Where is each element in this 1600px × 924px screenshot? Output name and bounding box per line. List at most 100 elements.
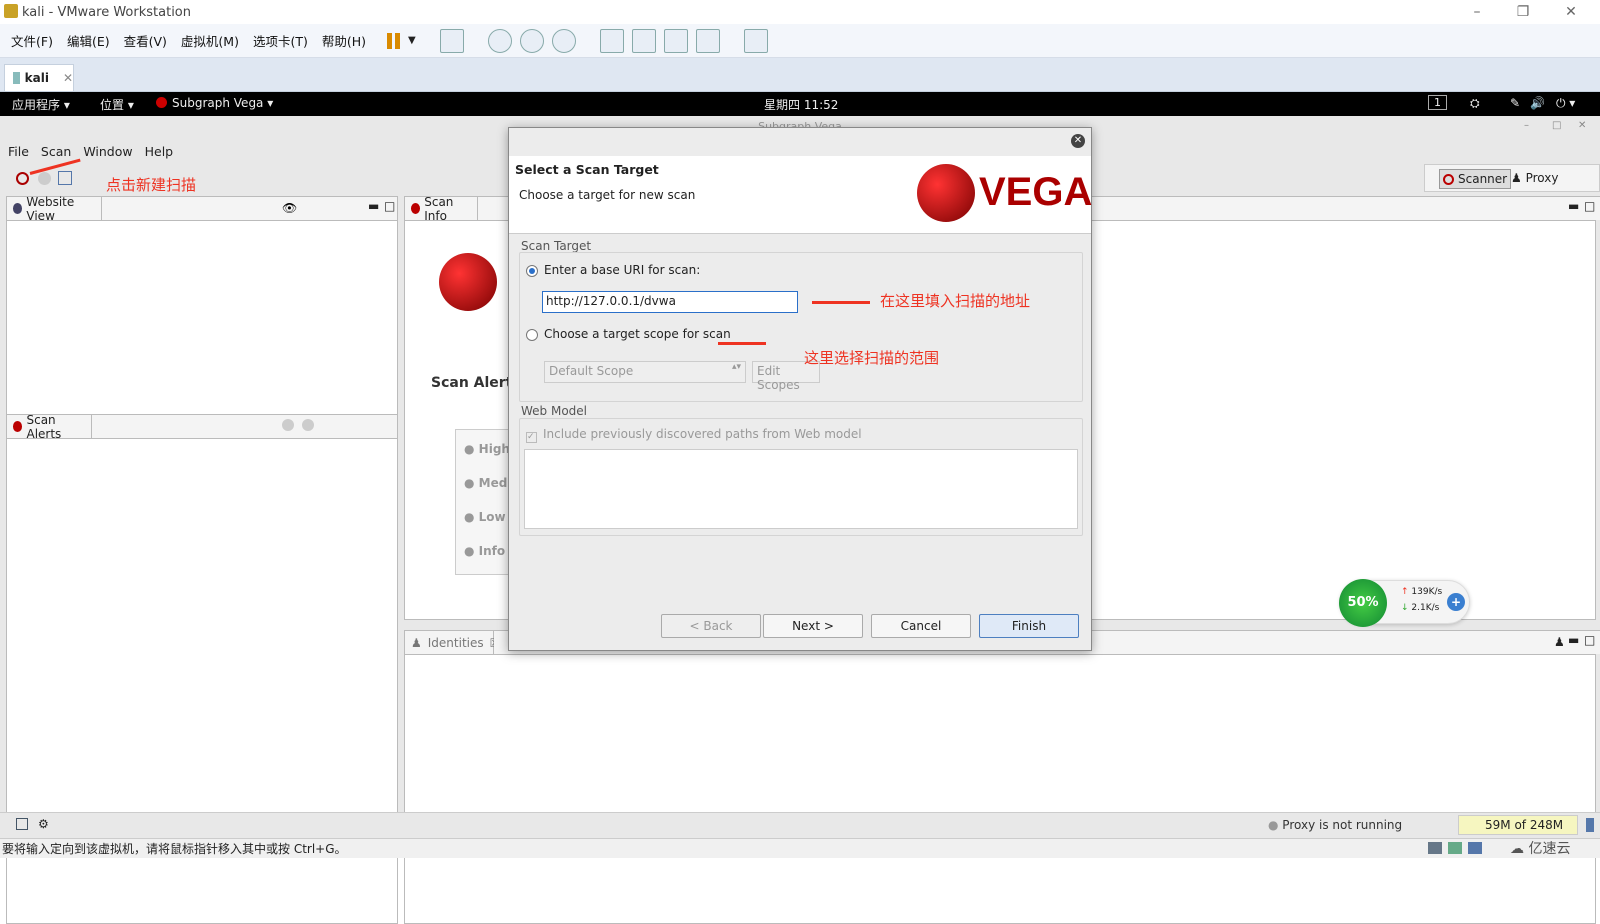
- dialog-heading: Select a Scan Target: [515, 162, 659, 177]
- vega-minimize-icon[interactable]: –: [1524, 120, 1529, 131]
- vmware-menubar: 文件(F) 编辑(E) 查看(V) 虚拟机(M) 选项卡(T) 帮助(H) ▼: [0, 24, 1600, 58]
- gc-trash-icon[interactable]: [1586, 818, 1594, 832]
- clock[interactable]: 星期四 11:52: [764, 96, 838, 113]
- scan-info-minimize-icon[interactable]: ▬: [1568, 199, 1579, 213]
- identities-maximize-icon[interactable]: □: [1584, 633, 1595, 647]
- library-icon[interactable]: [599, 28, 624, 53]
- watermark: ☁ 亿速云: [1510, 841, 1571, 857]
- minimize-icon[interactable]: –: [1462, 2, 1492, 22]
- fullscreen-icon[interactable]: [663, 28, 688, 53]
- upload-speed: ↑ 139K/s: [1401, 587, 1443, 597]
- vega-menu-scan[interactable]: Scan: [41, 144, 71, 159]
- identities-minimize-icon[interactable]: ▬: [1568, 633, 1579, 647]
- vega-maximize-icon[interactable]: □: [1552, 120, 1561, 131]
- panel-maximize-icon[interactable]: □: [384, 199, 395, 213]
- annotation-arrow-address: [812, 301, 870, 304]
- power-icon[interactable]: ⏻ ▾: [1556, 96, 1575, 111]
- annotation-arrow-scope: [718, 342, 766, 345]
- snapshot-icon[interactable]: [487, 28, 512, 53]
- tab-scan-info[interactable]: Scan Info: [404, 195, 478, 223]
- window-title: kali - VMware Workstation: [22, 4, 191, 20]
- network-adapter-icon[interactable]: [1428, 842, 1442, 854]
- web-model-tree[interactable]: [524, 449, 1078, 529]
- tab-identities[interactable]: ♟ Identities☒: [404, 630, 500, 654]
- pause-alerts-icon[interactable]: [282, 419, 294, 431]
- perspective-proxy[interactable]: ♟ Proxy: [1511, 171, 1558, 185]
- finish-button[interactable]: Finish: [979, 614, 1079, 638]
- dialog-close-icon[interactable]: ✕: [1071, 134, 1085, 148]
- tab-label: kali: [24, 71, 49, 85]
- cpu-percent: 50%: [1339, 579, 1387, 627]
- menu-file[interactable]: 文件(F): [4, 31, 60, 50]
- stop-scan-icon[interactable]: [38, 172, 51, 185]
- cd-drive-icon[interactable]: [1448, 842, 1462, 854]
- new-scan-icon[interactable]: [16, 172, 29, 185]
- console-view-icon[interactable]: [743, 28, 768, 53]
- scan-info-icon: [411, 203, 421, 214]
- send-ctrl-alt-del-icon[interactable]: [439, 28, 464, 53]
- tab-scan-alerts[interactable]: Scan Alerts: [6, 413, 92, 441]
- vega-menu-help[interactable]: Help: [145, 144, 174, 159]
- menu-help[interactable]: 帮助(H): [315, 31, 373, 50]
- applications-menu[interactable]: 应用程序 ▾: [12, 96, 70, 113]
- console-icon[interactable]: [16, 818, 28, 830]
- vega-close-icon[interactable]: ✕: [1578, 120, 1586, 131]
- vmware-status-bar: 要将输入定向到该虚拟机，请将鼠标指针移入其中或按 Ctrl+G。 ☁ 亿速云: [0, 838, 1600, 858]
- menu-tabs[interactable]: 选项卡(T): [246, 31, 315, 50]
- proxy-status: ● Proxy is not running: [1268, 818, 1403, 832]
- perspective-scanner[interactable]: Scanner: [1439, 169, 1512, 189]
- places-menu[interactable]: 位置 ▾: [100, 96, 134, 113]
- eye-icon[interactable]: 👁: [282, 201, 297, 215]
- vega-menu-window[interactable]: Window: [83, 144, 132, 159]
- revert-snapshot-icon[interactable]: [519, 28, 544, 53]
- scan-alerts-heading: Scan Alert: [431, 375, 513, 391]
- vega-status-bar: ⚙ ● Proxy is not running 59M of 248M: [0, 812, 1600, 838]
- severity-medium: ● Med: [464, 476, 508, 490]
- restore-icon[interactable]: ❐: [1508, 2, 1538, 22]
- network-monitor-widget[interactable]: 50% ↑ 139K/s ↓ 2.1K/s +: [1339, 579, 1470, 627]
- thumbnail-bar-icon[interactable]: [631, 28, 656, 53]
- pause-icon[interactable]: [387, 32, 393, 49]
- annotation-choose-scope: 这里选择扫描的范围: [804, 349, 940, 367]
- unity-icon[interactable]: [695, 28, 720, 53]
- vm-icon: [13, 72, 20, 84]
- panel-minimize-icon[interactable]: ▬: [368, 199, 379, 213]
- severity-high: ● High: [464, 442, 510, 456]
- cancel-button[interactable]: Cancel: [871, 614, 971, 638]
- identity-icon[interactable]: [58, 171, 72, 185]
- include-paths-checkbox[interactable]: ✓ Include previously discovered paths fro…: [526, 427, 862, 443]
- scope-select[interactable]: Default Scope ▴▾: [544, 361, 746, 383]
- add-identity-icon[interactable]: ♟: [1554, 635, 1565, 649]
- base-uri-input[interactable]: http://127.0.0.1/dvwa: [542, 291, 798, 313]
- close-icon[interactable]: ✕: [1556, 2, 1586, 22]
- volume-icon[interactable]: 🔊: [1530, 96, 1545, 110]
- plugin-icon[interactable]: ⚙: [38, 817, 49, 831]
- snapshot-manager-icon[interactable]: [551, 28, 576, 53]
- annotation-new-scan: 点击新建扫描: [106, 176, 197, 194]
- select-scan-target-dialog: ✕ Select a Scan Target Choose a target f…: [508, 127, 1092, 651]
- pause-dropdown-icon[interactable]: ▼: [408, 35, 416, 46]
- menu-vm[interactable]: 虚拟机(M): [174, 31, 246, 50]
- menu-view[interactable]: 查看(V): [117, 31, 174, 50]
- display-icon[interactable]: [1468, 842, 1482, 854]
- boost-plus-icon[interactable]: +: [1447, 593, 1465, 611]
- radio-target-scope[interactable]: Choose a target scope for scan: [526, 327, 731, 341]
- scan-info-maximize-icon[interactable]: □: [1584, 199, 1595, 213]
- vega-logo-text: VEGA: [979, 170, 1093, 214]
- pen-icon[interactable]: ✎: [1510, 96, 1520, 110]
- next-button[interactable]: Next >: [763, 614, 863, 638]
- vmware-title-bar: kali - VMware Workstation – ❐ ✕: [0, 0, 1600, 24]
- stop-alerts-icon[interactable]: [302, 419, 314, 431]
- severity-low: ● Low: [464, 510, 506, 524]
- back-button[interactable]: < Back: [661, 614, 761, 638]
- tab-close-icon[interactable]: ✕: [63, 71, 73, 85]
- workspace-indicator[interactable]: 1: [1428, 95, 1447, 110]
- vega-menu-file[interactable]: File: [8, 144, 29, 159]
- network-icon[interactable]: ⛭: [1470, 96, 1480, 111]
- tab-website-view[interactable]: Website View: [6, 195, 102, 223]
- app-menu[interactable]: Subgraph Vega ▾: [156, 96, 273, 110]
- scan-target-group: Enter a base URI for scan: http://127.0.…: [519, 252, 1083, 402]
- tab-kali[interactable]: kali ✕: [4, 64, 74, 91]
- menu-edit[interactable]: 编辑(E): [60, 31, 117, 50]
- radio-base-uri[interactable]: Enter a base URI for scan:: [526, 263, 700, 277]
